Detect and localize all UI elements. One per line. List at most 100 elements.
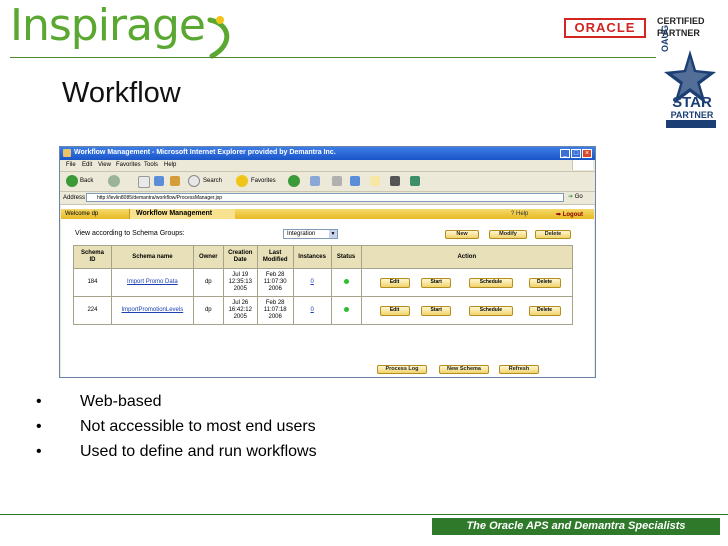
logout-label[interactable]: Logout xyxy=(563,212,583,218)
help-label[interactable]: Help xyxy=(516,211,528,217)
footer-divider xyxy=(0,514,728,515)
status-active-icon xyxy=(343,306,349,312)
schema-name-link[interactable]: Import Promo Data xyxy=(127,279,178,285)
back-icon[interactable] xyxy=(66,175,78,187)
schema-group-select[interactable]: Integration ▼ xyxy=(283,229,338,239)
research-icon[interactable] xyxy=(390,176,400,186)
cell-schema-id: 224 xyxy=(73,296,112,325)
chevron-down-icon[interactable]: ▼ xyxy=(329,230,337,238)
help-link[interactable]: ? Help xyxy=(511,211,528,217)
cell-actions: Edit Start Schedule Delete xyxy=(360,268,574,297)
cell-schema-name[interactable]: Import Promo Data xyxy=(110,268,194,297)
cell-creation-date: Jul 26 16:42:12 2005 xyxy=(222,296,258,325)
edit-button[interactable]: Edit xyxy=(379,277,410,288)
favorites-icon[interactable] xyxy=(236,175,248,187)
cell-last-modified: Feb 28 11:07:30 2006 xyxy=(256,268,294,297)
go-label[interactable]: Go xyxy=(575,194,583,200)
address-bar: Address http://levlin8085/demantra/workf… xyxy=(60,192,595,205)
home-icon[interactable] xyxy=(170,176,180,186)
modify-button[interactable]: Modify xyxy=(489,230,527,239)
edit-page-icon[interactable] xyxy=(350,176,360,186)
delete-row-button[interactable]: Delete xyxy=(528,305,561,316)
stop-icon[interactable] xyxy=(138,176,150,188)
maximize-button[interactable]: □ xyxy=(571,149,581,158)
logout-icon[interactable]: ➥ xyxy=(556,212,561,218)
modified-time: 11:07:18 xyxy=(263,307,287,313)
modified-date: Feb 28 xyxy=(265,272,285,278)
col-last-modified: Last Modified xyxy=(256,245,294,269)
address-label: Address xyxy=(63,195,86,201)
schema-group-value[interactable]: Integration xyxy=(287,231,315,237)
start-button[interactable]: Start xyxy=(421,277,452,288)
star-partner-badge-icon xyxy=(664,50,716,128)
modified-date: Feb 28 xyxy=(265,300,285,306)
ie-icon xyxy=(63,149,71,157)
discuss-icon[interactable] xyxy=(370,176,380,186)
inspirage-logo: Inspirage xyxy=(10,0,206,51)
history-icon[interactable] xyxy=(288,175,300,187)
col-creation-date: Creation Date xyxy=(222,245,258,269)
cell-actions: Edit Start Schedule Delete xyxy=(360,296,574,325)
forward-icon[interactable] xyxy=(108,175,120,187)
modified-year: 2006 xyxy=(268,314,282,320)
process-log-button[interactable]: Process Log xyxy=(377,365,427,374)
menu-favorites[interactable]: Favorites xyxy=(116,162,141,168)
logout-link[interactable]: ➥ Logout xyxy=(556,211,583,218)
new-button[interactable]: New xyxy=(445,230,479,239)
menu-help[interactable]: Help xyxy=(164,162,176,168)
address-input[interactable]: http://levlin8085/demantra/workflow/Proc… xyxy=(86,193,564,202)
help-icon[interactable]: ? xyxy=(511,211,514,217)
tab-workflow-management[interactable]: Workflow Management xyxy=(129,209,235,219)
window-title: Workflow Management - Microsoft Internet… xyxy=(74,149,336,156)
minimize-button[interactable]: _ xyxy=(560,149,570,158)
schedule-button[interactable]: Schedule xyxy=(468,277,513,288)
start-button[interactable]: Start xyxy=(421,305,452,316)
oracle-logo: ORACLE xyxy=(564,18,646,38)
col-status: Status xyxy=(330,245,362,269)
refresh-button[interactable]: Refresh xyxy=(499,365,539,374)
messenger-icon[interactable] xyxy=(410,176,420,186)
edit-button[interactable]: Edit xyxy=(379,305,410,316)
bullet-text: Used to define and run workflows xyxy=(80,443,317,460)
print-icon[interactable] xyxy=(332,176,342,186)
back-label[interactable]: Back xyxy=(80,178,93,184)
delete-schema-button[interactable]: Delete xyxy=(535,230,571,239)
go-button[interactable]: ➔ Go xyxy=(568,193,583,200)
cell-schema-name[interactable]: ImportPromotionLevels xyxy=(110,296,194,325)
schedule-button[interactable]: Schedule xyxy=(468,305,513,316)
menu-file[interactable]: File xyxy=(66,162,76,168)
oaug-label: OAUG xyxy=(660,25,670,52)
mail-icon[interactable] xyxy=(310,176,320,186)
menu-tools[interactable]: Tools xyxy=(144,162,158,168)
favorites-label[interactable]: Favorites xyxy=(251,178,276,184)
bullet-text: Not accessible to most end users xyxy=(80,418,316,435)
menu-edit[interactable]: Edit xyxy=(82,162,92,168)
menu-bar: File Edit View Favorites Tools Help xyxy=(60,160,595,172)
close-button[interactable]: × xyxy=(582,149,592,158)
search-label[interactable]: Search xyxy=(203,178,222,184)
go-arrow-icon[interactable]: ➔ xyxy=(568,194,573,200)
schema-table: Schema ID Schema name Owner Creation Date … xyxy=(73,245,574,325)
instances-link[interactable]: 0 xyxy=(310,279,313,285)
col-modified-line2: Modified xyxy=(262,257,288,263)
status-active-icon xyxy=(343,278,349,284)
cell-instances[interactable]: 0 xyxy=(292,296,332,325)
cell-status xyxy=(330,268,362,297)
header-divider xyxy=(10,57,656,58)
cell-instances[interactable]: 0 xyxy=(292,268,332,297)
bullet-item: • Not accessible to most end users xyxy=(36,418,536,443)
instances-link[interactable]: 0 xyxy=(310,307,313,313)
bullet-item: • Web-based xyxy=(36,393,536,418)
bullet-marker: • xyxy=(36,393,42,410)
partner-word: PARTNER xyxy=(670,110,714,120)
col-modified-line1: Last xyxy=(269,250,282,256)
schema-name-link[interactable]: ImportPromotionLevels xyxy=(122,307,184,313)
cell-last-modified: Feb 28 11:07:18 2006 xyxy=(256,296,294,325)
search-icon[interactable] xyxy=(188,175,200,187)
menu-view[interactable]: View xyxy=(98,162,111,168)
bullet-text: Web-based xyxy=(80,393,162,410)
delete-row-button[interactable]: Delete xyxy=(528,277,561,288)
new-schema-button[interactable]: New Schema xyxy=(439,365,489,374)
col-schema-name: Schema name xyxy=(110,245,194,269)
refresh-icon[interactable] xyxy=(154,176,164,186)
